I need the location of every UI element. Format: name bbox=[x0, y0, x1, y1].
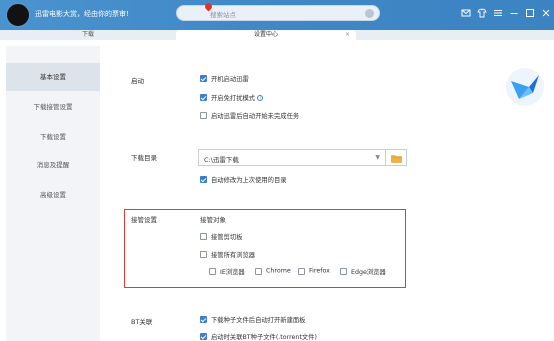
browser-ie-option[interactable]: IE浏览器 bbox=[209, 267, 245, 277]
auto-change-dir-label: 自动修改为上次使用的目录 bbox=[211, 177, 287, 184]
do-not-disturb-label: 开启免打扰模式 bbox=[211, 95, 256, 102]
autostart-label: 开机启动迅雷 bbox=[211, 76, 249, 83]
sidebar-item-takeover[interactable]: 下载接管设置 bbox=[6, 93, 100, 121]
browser-chrome-checkbox[interactable] bbox=[255, 267, 262, 275]
takeover-clipboard-checkbox[interactable] bbox=[200, 233, 207, 240]
auto-change-dir-checkbox[interactable] bbox=[200, 176, 207, 183]
title-bar: 迅雷电影大赏，经由你的票审! 搜索站点 bbox=[0, 0, 554, 30]
sidebar-item-advanced[interactable]: 高级设置 bbox=[6, 181, 100, 209]
tab-download[interactable]: 下载 bbox=[0, 30, 176, 40]
info-icon[interactable]: i bbox=[257, 94, 264, 101]
download-dir-value: C:\迅雷下载 bbox=[204, 156, 239, 164]
bt-associate-label: 启动时关联BT种子文件(.torrent文件) bbox=[211, 334, 317, 341]
settings-sidebar: 基本设置 下载接管设置 下载设置 消息及提醒 高级设置 bbox=[6, 46, 100, 341]
skin-icon[interactable] bbox=[477, 8, 487, 18]
bt-associate-checkbox[interactable] bbox=[200, 333, 207, 340]
promo-slogan[interactable]: 迅雷电影大赏，经由你的票审! bbox=[35, 9, 129, 19]
minimize-icon[interactable] bbox=[509, 8, 519, 18]
tab-settings-label: 设置中心 bbox=[253, 31, 278, 38]
takeover-browsers-checkbox[interactable] bbox=[200, 251, 207, 258]
sidebar-item-download[interactable]: 下载设置 bbox=[6, 123, 100, 151]
auto-resume-checkbox[interactable] bbox=[200, 112, 207, 119]
tab-settings[interactable]: 设置中心 × bbox=[176, 30, 356, 40]
takeover-clipboard-option[interactable]: 接管剪切板 bbox=[200, 232, 242, 242]
takeover-clipboard-label: 接管剪切板 bbox=[211, 234, 243, 241]
sidebar-item-basic[interactable]: 基本设置 bbox=[6, 63, 100, 91]
search-placeholder: 搜索站点 bbox=[210, 11, 236, 19]
takeover-browsers-option[interactable]: 接管所有浏览器 bbox=[200, 250, 255, 260]
browser-edge-checkbox[interactable] bbox=[340, 268, 347, 275]
bt-associate-option[interactable]: 启动时关联BT种子文件(.torrent文件) bbox=[200, 332, 317, 341]
close-icon[interactable] bbox=[541, 8, 551, 18]
takeover-subtitle: 接管对象 bbox=[200, 216, 226, 224]
download-dir-section-label: 下载目录 bbox=[131, 154, 157, 162]
auto-resume-label: 启动迅雷后自动开始未完成任务 bbox=[211, 113, 300, 120]
startup-section-label: 启动 bbox=[131, 77, 144, 85]
tab-strip: 下载 设置中心 × bbox=[0, 30, 554, 40]
browser-chrome-label: Chrome bbox=[266, 267, 291, 275]
browser-edge-option[interactable]: Edge浏览器 bbox=[340, 267, 386, 277]
sidebar-item-notifications[interactable]: 消息及提醒 bbox=[6, 151, 100, 179]
auto-resume-option[interactable]: 启动迅雷后自动开始未完成任务 bbox=[200, 111, 299, 121]
auto-change-dir-option[interactable]: 自动修改为上次使用的目录 bbox=[200, 175, 287, 185]
browser-ie-checkbox[interactable] bbox=[209, 268, 216, 275]
tab-close-icon[interactable]: × bbox=[345, 30, 350, 40]
autostart-option[interactable]: 开机启动迅雷 bbox=[200, 74, 249, 84]
browser-chrome-option[interactable]: Chrome bbox=[255, 267, 291, 277]
takeover-section-label: 接管设置 bbox=[131, 216, 157, 224]
autostart-checkbox[interactable] bbox=[200, 75, 207, 82]
browse-folder-button[interactable] bbox=[386, 149, 407, 166]
mail-icon[interactable] bbox=[461, 8, 471, 18]
browser-firefox-option[interactable]: Firefox bbox=[298, 267, 330, 277]
search-input[interactable]: 搜索站点 bbox=[176, 1, 380, 21]
chevron-down-icon[interactable]: ▼ bbox=[375, 154, 380, 161]
bt-section-label: BT关联 bbox=[131, 318, 153, 326]
do-not-disturb-option[interactable]: 开启免打扰模式 i bbox=[200, 93, 264, 103]
maximize-icon[interactable] bbox=[525, 8, 535, 18]
bt-auto-open-checkbox[interactable] bbox=[200, 316, 207, 323]
bt-auto-open-option[interactable]: 下载种子文件后自动打开新建面板 bbox=[200, 315, 305, 325]
menu-icon[interactable] bbox=[493, 8, 503, 18]
browser-firefox-checkbox[interactable] bbox=[298, 267, 305, 275]
browser-edge-label: Edge浏览器 bbox=[351, 269, 386, 276]
xunlei-bird-logo bbox=[505, 67, 545, 107]
download-dir-select[interactable]: C:\迅雷下载 ▼ bbox=[198, 149, 386, 166]
search-clear-icon[interactable] bbox=[365, 9, 374, 18]
do-not-disturb-checkbox[interactable] bbox=[200, 94, 207, 101]
takeover-browsers-label: 接管所有浏览器 bbox=[211, 252, 256, 259]
browser-firefox-label: Firefox bbox=[309, 267, 330, 275]
folder-icon bbox=[391, 155, 402, 163]
bt-auto-open-label: 下载种子文件后自动打开新建面板 bbox=[211, 317, 306, 324]
avatar[interactable] bbox=[6, 3, 30, 27]
browser-ie-label: IE浏览器 bbox=[220, 269, 245, 276]
